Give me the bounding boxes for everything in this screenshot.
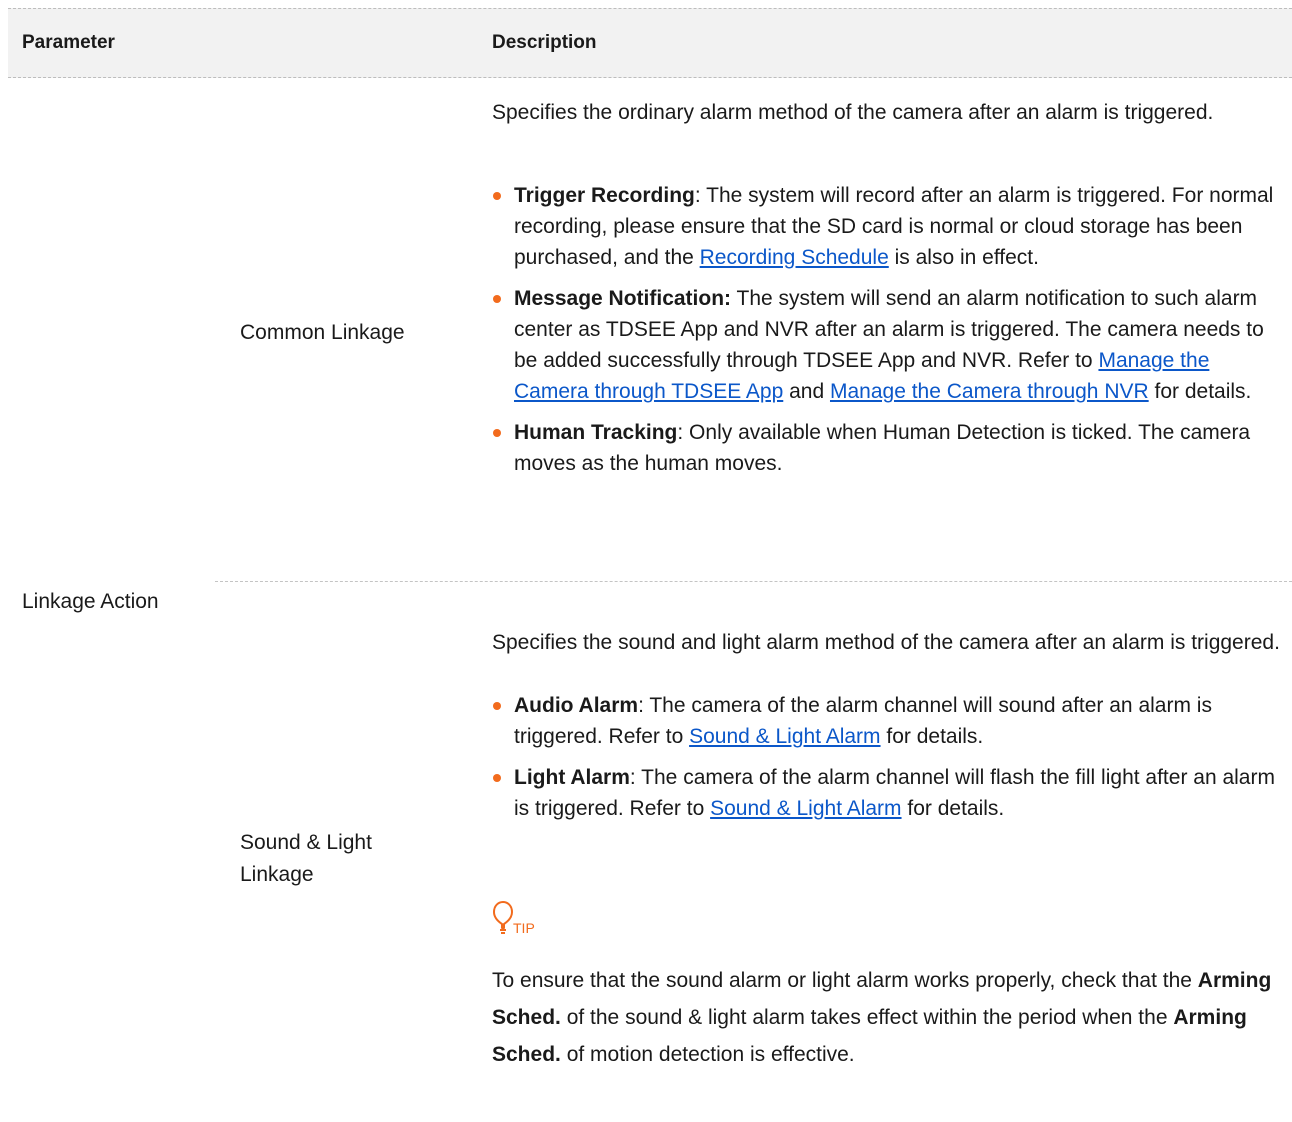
list-item: Audio Alarm: The camera of the alarm cha… xyxy=(492,690,1282,752)
row-divider xyxy=(215,581,1292,582)
header-description: Description xyxy=(492,32,597,53)
audio-alarm-tail: for details. xyxy=(880,725,984,748)
tip-text: To ensure that the sound alarm or light … xyxy=(492,962,1292,1073)
light-alarm-title: Light Alarm xyxy=(514,766,630,789)
tip-text-1: To ensure that the sound alarm or light … xyxy=(492,969,1198,992)
human-tracking-title: Human Tracking xyxy=(514,421,678,444)
tip-text-2: of the sound & light alarm takes effect … xyxy=(560,1006,1174,1029)
list-item: Message Notification: The system will se… xyxy=(492,283,1282,407)
list-item: Trigger Recording: The system will recor… xyxy=(492,180,1282,273)
sound-light-alarm-link[interactable]: Sound & Light Alarm xyxy=(710,797,901,820)
sound-description: Specifies the sound and light alarm meth… xyxy=(492,627,1282,658)
param-common-linkage: Common Linkage xyxy=(240,321,405,344)
audio-alarm-title: Audio Alarm xyxy=(514,694,639,717)
list-item: Human Tracking: Only available when Huma… xyxy=(492,417,1282,479)
trigger-recording-title: Trigger Recording xyxy=(514,184,695,207)
sound-bullet-list: Audio Alarm: The camera of the alarm cha… xyxy=(492,690,1282,834)
trigger-recording-tail: is also in effect. xyxy=(888,246,1039,269)
bullet-dot xyxy=(493,702,501,710)
message-notification-title: Message Notification: xyxy=(514,287,732,310)
tip-label: TIP xyxy=(513,920,535,935)
sound-light-alarm-link[interactable]: Sound & Light Alarm xyxy=(689,725,880,748)
param-sound-light-linkage: Sound & Light Linkage xyxy=(240,831,372,886)
message-notification-tail: for details. xyxy=(1148,380,1252,403)
common-description: Specifies the ordinary alarm method of t… xyxy=(492,97,1282,128)
manage-camera-nvr-link[interactable]: Manage the Camera through NVR xyxy=(830,380,1149,403)
parameter-table: Parameter Description Linkage Action Com… xyxy=(0,0,1292,1122)
bullet-dot xyxy=(493,429,501,437)
bullet-dot xyxy=(493,295,501,303)
bullet-dot xyxy=(493,774,501,782)
recording-schedule-link[interactable]: Recording Schedule xyxy=(700,246,889,269)
message-notification-mid: and xyxy=(783,380,830,403)
common-intro: Specifies the ordinary alarm method of t… xyxy=(492,101,1214,124)
header-parameter: Parameter xyxy=(22,32,115,53)
list-item: Light Alarm: The camera of the alarm cha… xyxy=(492,762,1282,824)
light-alarm-tail: for details. xyxy=(901,797,1005,820)
sound-intro: Specifies the sound and light alarm meth… xyxy=(492,631,1280,654)
tip-text-3: of motion detection is effective. xyxy=(560,1043,855,1066)
bullet-dot xyxy=(493,192,501,200)
common-bullet-list: Trigger Recording: The system will recor… xyxy=(492,180,1282,489)
param-linkage-action: Linkage Action xyxy=(22,590,159,613)
table-header: Parameter Description xyxy=(8,8,1292,78)
lightbulb-tip-icon: TIP xyxy=(493,901,535,935)
